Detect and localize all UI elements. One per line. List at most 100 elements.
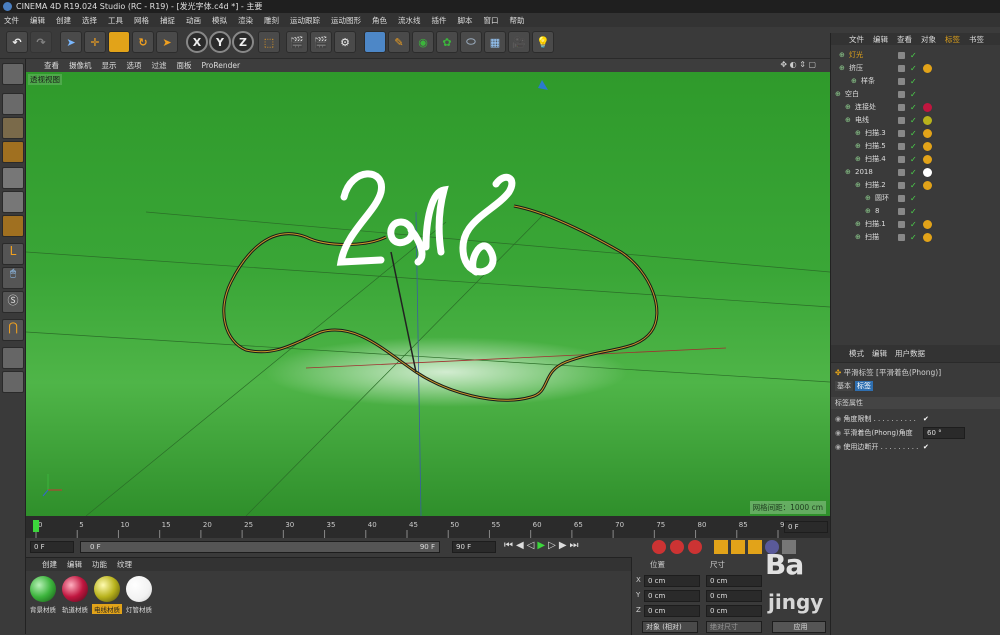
material-track[interactable]: 轨道材质 [60, 576, 90, 614]
menu-snap[interactable]: 捕捉 [160, 15, 175, 26]
object-row[interactable]: ⊕ 连接处 ✓ [831, 101, 1000, 114]
camera-icon[interactable]: 🎥 [508, 31, 530, 53]
object-row[interactable]: ⊕ 扫描.3 ✓ [831, 127, 1000, 140]
menu-select[interactable]: 选择 [82, 15, 97, 26]
next-frame-icon[interactable]: ▷ [548, 540, 556, 551]
viewport-menu-panel[interactable]: 面板 [177, 60, 192, 71]
menu-help[interactable]: 帮助 [510, 15, 525, 26]
visibility-toggle-icon[interactable] [898, 234, 905, 241]
enabled-check-icon[interactable]: ✓ [910, 166, 917, 179]
expand-toggle-icon[interactable]: ⊕ [865, 192, 871, 205]
enabled-check-icon[interactable]: ✓ [910, 88, 917, 101]
material-tag-icon[interactable] [923, 116, 932, 125]
menu-mograph[interactable]: 运动图形 [331, 15, 361, 26]
key-position-icon[interactable] [714, 540, 728, 554]
object-tab-edit[interactable]: 编辑 [873, 34, 888, 45]
position-y-field[interactable]: 0 cm [644, 590, 700, 602]
material-tab-edit[interactable]: 编辑 [67, 559, 82, 570]
play-icon[interactable]: ▶ [537, 540, 545, 551]
recent-tool-icon[interactable]: ➤ [156, 31, 178, 53]
use-edge-breaks-checkbox[interactable]: ✔ [923, 441, 929, 453]
object-tab-file[interactable]: 文件 [849, 34, 864, 45]
viewport-menu-prorender[interactable]: ProRender [202, 61, 241, 70]
material-wire[interactable]: 电线材质 [92, 576, 122, 614]
keyframe-selection-icon[interactable] [688, 540, 702, 554]
visibility-toggle-icon[interactable] [898, 195, 905, 202]
expand-toggle-icon[interactable]: ⊕ [839, 62, 845, 75]
render-settings-icon[interactable]: ⚙ [334, 31, 356, 53]
current-frame-field[interactable]: 0 F [784, 521, 828, 533]
attribute-tab-edit[interactable]: 编辑 [872, 348, 887, 359]
visibility-toggle-icon[interactable] [898, 117, 905, 124]
enabled-check-icon[interactable]: ✓ [910, 192, 917, 205]
make-editable-icon[interactable] [2, 63, 24, 85]
object-tab-tags[interactable]: 标签 [945, 34, 960, 45]
menu-create[interactable]: 创建 [56, 15, 71, 26]
menu-pipeline[interactable]: 流水线 [398, 15, 421, 26]
expand-toggle-icon[interactable]: ⊕ [839, 49, 845, 62]
scale-icon[interactable] [108, 31, 130, 53]
polygons-mode-icon[interactable] [2, 215, 24, 237]
size-x-field[interactable]: 0 cm [706, 575, 762, 587]
enabled-check-icon[interactable]: ✓ [910, 218, 917, 231]
menu-plugins[interactable]: 插件 [432, 15, 447, 26]
material-tag-icon[interactable] [923, 64, 932, 73]
snap-magnet-icon[interactable]: ⋂ [2, 319, 24, 341]
object-row[interactable]: ⊕ 灯光 ✓ [831, 49, 1000, 62]
expand-toggle-icon[interactable]: ⊕ [835, 88, 841, 101]
undo-icon[interactable]: ↶ [6, 31, 28, 53]
enabled-check-icon[interactable]: ✓ [910, 114, 917, 127]
object-tab-objects[interactable]: 对象 [921, 34, 936, 45]
expand-toggle-icon[interactable]: ⊕ [855, 127, 861, 140]
menu-sculpt[interactable]: 雕刻 [264, 15, 279, 26]
visibility-toggle-icon[interactable] [898, 52, 905, 59]
expand-toggle-icon[interactable]: ⊕ [845, 114, 851, 127]
light-icon[interactable]: 💡 [532, 31, 554, 53]
visibility-toggle-icon[interactable] [898, 156, 905, 163]
key-rotation-icon[interactable] [748, 540, 762, 554]
coordinate-mode-dropdown[interactable]: 对象 (相对) [642, 621, 698, 633]
model-mode-icon[interactable] [2, 93, 24, 115]
material-tag-icon[interactable] [923, 233, 932, 242]
viewport-menu-cameras[interactable]: 摄像机 [69, 60, 92, 71]
phong-angle-field[interactable]: 60 ° [923, 427, 965, 439]
object-row[interactable]: ⊕ 2018 ✓ [831, 166, 1000, 179]
object-row[interactable]: ⊕ 挤压 ✓ [831, 62, 1000, 75]
cloner-icon[interactable]: ✿ [436, 31, 458, 53]
expand-toggle-icon[interactable]: ⊕ [845, 166, 851, 179]
menu-file[interactable]: 文件 [4, 15, 19, 26]
render-picture-viewer-icon[interactable]: 🎬 [310, 31, 332, 53]
texture-mode-icon[interactable] [2, 117, 24, 139]
menu-character[interactable]: 角色 [372, 15, 387, 26]
visibility-toggle-icon[interactable] [898, 104, 905, 111]
object-row[interactable]: ⊕ 扫描 ✓ [831, 231, 1000, 244]
expand-toggle-icon[interactable]: ⊕ [855, 179, 861, 192]
attribute-tab-mode[interactable]: 模式 [849, 348, 864, 359]
object-tab-bookmarks[interactable]: 书签 [969, 34, 984, 45]
material-tube[interactable]: 灯管材质 [124, 576, 154, 614]
selection-arrow-icon[interactable]: ➤ [60, 31, 82, 53]
visibility-toggle-icon[interactable] [898, 130, 905, 137]
cube-object-icon[interactable] [364, 31, 386, 53]
object-tab-view[interactable]: 查看 [897, 34, 912, 45]
z-axis-lock-button[interactable]: Z [232, 31, 254, 53]
tweak-mode-icon[interactable]: 🖱 [2, 267, 24, 289]
material-tag-icon[interactable] [923, 168, 932, 177]
object-row[interactable]: ⊕ 电线 ✓ [831, 114, 1000, 127]
go-to-end-icon[interactable]: ⏭ [570, 540, 579, 551]
enabled-check-icon[interactable]: ✓ [910, 127, 917, 140]
enabled-check-icon[interactable]: ✓ [910, 179, 917, 192]
key-scale-icon[interactable] [731, 540, 745, 554]
object-row[interactable]: ⊕ 扫描.2 ✓ [831, 179, 1000, 192]
go-to-start-icon[interactable]: ⏮ [504, 540, 513, 551]
end-frame-field[interactable]: 90 F [452, 541, 496, 553]
coordinate-system-icon[interactable]: ⬚ [258, 31, 280, 53]
edges-mode-icon[interactable] [2, 191, 24, 213]
pen-spline-icon[interactable]: ✎ [388, 31, 410, 53]
expand-toggle-icon[interactable]: ⊕ [865, 205, 871, 218]
size-y-field[interactable]: 0 cm [706, 590, 762, 602]
size-z-field[interactable]: 0 cm [706, 605, 762, 617]
object-row[interactable]: ⊕ 空白 ✓ [831, 88, 1000, 101]
object-row[interactable]: ⊕ 扫描.5 ✓ [831, 140, 1000, 153]
move-icon[interactable]: ✛ [84, 31, 106, 53]
